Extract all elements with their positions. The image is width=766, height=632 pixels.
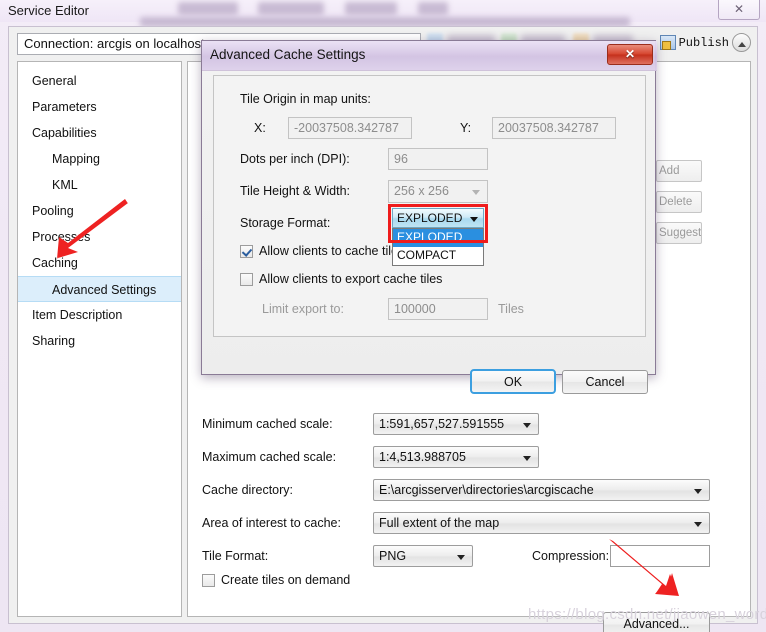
add-button[interactable]: Add [656, 160, 702, 182]
maximum-cached-scale-combo[interactable]: 1:4,513.988705 [373, 446, 539, 468]
annotation-arrow-sidebar [57, 199, 128, 259]
dpi-label: Dots per inch (DPI): [240, 152, 350, 166]
dialog-titlebar: Advanced Cache Settings ✕ [202, 41, 657, 71]
dialog-body: Tile Origin in map units: X: -20037508.3… [213, 75, 646, 337]
x-input[interactable]: -20037508.342787 [288, 117, 412, 139]
limit-export-input[interactable]: 100000 [388, 298, 488, 320]
cache-locally-checkbox[interactable] [240, 244, 253, 258]
y-input[interactable]: 20037508.342787 [492, 117, 616, 139]
chevron-down-icon [694, 489, 702, 494]
cache-directory-value: E:\arcgisserver\directories\arcgiscache [379, 483, 594, 497]
minimum-cached-scale-combo[interactable]: 1:591,657,527.591555 [373, 413, 539, 435]
area-of-interest-label: Area of interest to cache: [202, 516, 341, 530]
dpi-input[interactable]: 96 [388, 148, 488, 170]
row-minimum-cached-scale: Minimum cached scale: [202, 413, 333, 435]
sidebar-item-kml[interactable]: KML [18, 172, 181, 198]
publish-label: Publish [678, 35, 729, 50]
maximum-cached-scale-value: 1:4,513.988705 [379, 450, 466, 464]
tile-format-value: PNG [379, 549, 407, 563]
suggest-button[interactable]: Suggest... [656, 222, 702, 244]
sidebar-item-general[interactable]: General [18, 68, 181, 94]
annotation-arrow-advanced [609, 539, 679, 596]
create-tiles-on-demand-row[interactable]: Create tiles on demand [202, 573, 350, 587]
storage-format-combo[interactable]: EXPLODED [392, 208, 484, 228]
minimum-cached-scale-label: Minimum cached scale: [202, 417, 333, 431]
menu-blur-windows[interactable] [345, 2, 397, 15]
tile-size-combo[interactable]: 256 x 256 [388, 180, 488, 203]
row-area-of-interest: Area of interest to cache: [202, 512, 341, 534]
export-tiles-row[interactable]: Allow clients to export cache tiles [240, 272, 442, 286]
cache-directory-label: Cache directory: [202, 483, 294, 497]
y-value: 20037508.342787 [498, 121, 599, 135]
minimum-cached-scale-value: 1:591,657,527.591555 [379, 417, 505, 431]
chevron-down-icon [470, 217, 478, 222]
x-label: X: [254, 121, 266, 135]
tiles-suffix-label: Tiles [498, 302, 524, 316]
limit-export-label: Limit export to: [262, 302, 344, 316]
storage-format-dropdown-list: EXPLODED COMPACT [392, 228, 484, 266]
menu-blur-mapping[interactable] [178, 2, 238, 15]
limit-export-value: 100000 [394, 302, 436, 316]
row-compression: Compression: [532, 545, 609, 567]
sidebar-item-capabilities[interactable]: Capabilities [18, 120, 181, 146]
tile-format-combo[interactable]: PNG [373, 545, 473, 567]
dialog-cancel-button[interactable]: Cancel [562, 370, 648, 394]
sidebar-item-advanced-settings[interactable]: Advanced Settings [18, 276, 181, 302]
chevron-down-icon [694, 522, 702, 527]
export-tiles-label: Allow clients to export cache tiles [259, 272, 443, 286]
area-of-interest-combo[interactable]: Full extent of the map [373, 512, 710, 534]
tile-format-label: Tile Format: [202, 549, 269, 563]
storage-format-option-exploded[interactable]: EXPLODED [393, 229, 483, 247]
storage-format-option-compact[interactable]: COMPACT [393, 247, 483, 265]
publish-icon [659, 35, 676, 50]
dialog-title: Advanced Cache Settings [210, 47, 366, 62]
compression-label: Compression: [532, 549, 610, 563]
chevron-down-icon [457, 555, 465, 560]
maximum-cached-scale-label: Maximum cached scale: [202, 450, 337, 464]
sidebar-item-mapping[interactable]: Mapping [18, 146, 181, 172]
app-titlebar: Service Editor ✕ [0, 0, 766, 27]
app-title: Service Editor [8, 3, 89, 18]
export-tiles-checkbox[interactable] [240, 272, 253, 286]
watermark: https://blog.csdn.net/jiaowen_word [528, 606, 766, 623]
chevron-down-icon [523, 423, 531, 428]
cache-directory-combo[interactable]: E:\arcgisserver\directories\arcgiscache [373, 479, 710, 501]
menu-blur-customize[interactable] [258, 2, 324, 15]
x-value: -20037508.342787 [294, 121, 399, 135]
row-maximum-cached-scale: Maximum cached scale: [202, 446, 336, 468]
app-close-button[interactable]: ✕ [718, 0, 760, 20]
dpi-value: 96 [394, 152, 408, 166]
create-tiles-on-demand-checkbox[interactable] [202, 573, 215, 587]
chevron-down-icon [523, 456, 531, 461]
menu-blur-help[interactable] [418, 2, 448, 15]
tile-size-value: 256 x 256 [394, 184, 449, 198]
row-tile-format: Tile Format: [202, 545, 268, 567]
area-of-interest-value: Full extent of the map [379, 516, 500, 530]
sidebar-item-parameters[interactable]: Parameters [18, 94, 181, 120]
row-cache-directory: Cache directory: [202, 479, 293, 501]
publish-control[interactable]: Publish [659, 33, 751, 52]
chevron-up-icon[interactable] [732, 33, 751, 52]
storage-format-value: EXPLODED [397, 211, 463, 225]
settings-sidebar: General Parameters Capabilities Mapping … [17, 61, 182, 617]
chevron-down-icon [472, 190, 480, 195]
create-tiles-on-demand-label: Create tiles on demand [221, 573, 351, 587]
tile-origin-label: Tile Origin in map units: [240, 92, 371, 106]
y-label: Y: [460, 121, 472, 135]
sidebar-item-item-description[interactable]: Item Description [18, 302, 181, 328]
dialog-ok-button[interactable]: OK [470, 369, 556, 394]
storage-format-label: Storage Format: [240, 216, 331, 230]
dialog-close-button[interactable]: ✕ [607, 44, 653, 65]
sidebar-item-sharing[interactable]: Sharing [18, 328, 181, 354]
tile-size-label: Tile Height & Width: [240, 184, 350, 198]
delete-button[interactable]: Delete [656, 191, 702, 213]
